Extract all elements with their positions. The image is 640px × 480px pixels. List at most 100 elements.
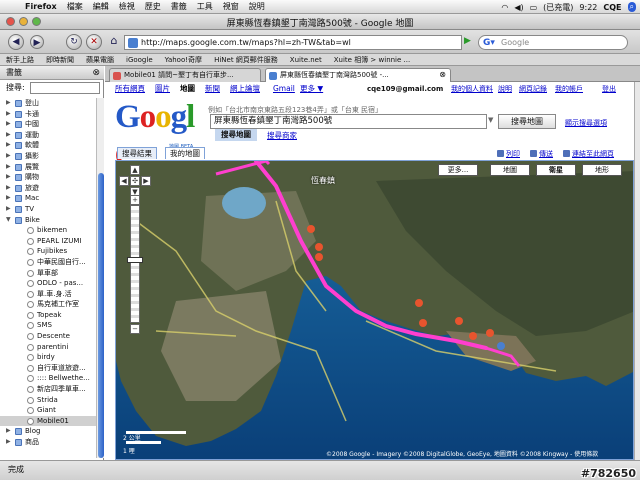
menu-history[interactable]: 歷史 (140, 1, 166, 12)
clock[interactable]: 9:22 (579, 3, 597, 12)
zoom-in-icon[interactable]: + (130, 195, 140, 205)
map-marker-h[interactable] (455, 317, 463, 325)
sidebar-search-input[interactable] (30, 82, 100, 94)
zoom-slider-thumb[interactable] (127, 257, 143, 263)
bookmark-item[interactable]: SMS (0, 320, 96, 331)
map-marker-c[interactable] (486, 329, 494, 337)
nav-images[interactable]: 圖片 (155, 82, 170, 96)
reload-icon[interactable]: ↻ (66, 34, 82, 50)
disclosure-triangle-icon[interactable]: ▶ (6, 183, 11, 194)
map-type-map[interactable]: 地圖 (490, 164, 530, 176)
map-marker-a[interactable] (315, 253, 323, 261)
menu-tools[interactable]: 工具 (192, 1, 218, 12)
bookmark-item[interactable]: Descente (0, 331, 96, 342)
bookmark-item[interactable]: 馬克補工作室 (0, 299, 96, 310)
map-marker-e[interactable] (469, 332, 477, 340)
nav-news[interactable]: 新聞 (205, 82, 220, 96)
close-icon[interactable]: ⊗ (92, 67, 100, 80)
bookmark-item[interactable]: parentini (0, 342, 96, 353)
menu-app[interactable]: Firefox (20, 2, 62, 11)
stop-icon[interactable]: ✕ (86, 34, 102, 50)
map-marker-j[interactable] (315, 243, 323, 251)
bookmark-link[interactable]: HiNet 網頁郵件服務 (208, 55, 284, 65)
bookmark-item[interactable]: birdy (0, 352, 96, 363)
map-search-input[interactable]: 屏東縣恆春鎮墾丁南灣路500號 (210, 114, 487, 129)
tab-google-maps[interactable]: 屏東縣恆春鎮墾丁南灣路500號 -... ⊗ (265, 68, 451, 82)
tab-mobile01[interactable]: Mobile01 請問~墾丁有自行車步... (109, 68, 261, 82)
dropdown-arrow-icon[interactable]: ▼ (488, 116, 493, 124)
subtab-search-business[interactable]: 搜尋商家 (267, 130, 297, 141)
bookmark-folder[interactable]: ▶ 運動 (0, 130, 96, 141)
bookmark-folder[interactable]: ▶ 商品 (0, 437, 96, 448)
url-bar[interactable]: http://maps.google.com.tw/maps?hl=zh-TW&… (124, 35, 462, 50)
bookmark-item[interactable]: 單車部 (0, 268, 96, 279)
print-link[interactable]: 列印 (497, 149, 520, 159)
map-type-more[interactable]: 更多... (438, 164, 478, 176)
link-help[interactable]: 說明 (498, 82, 512, 96)
nav-groups[interactable]: 網上論壇 (230, 82, 260, 96)
disclosure-triangle-icon[interactable]: ▶ (6, 193, 11, 204)
bookmark-item[interactable]: Strida (0, 395, 96, 406)
wifi-icon[interactable]: ◠ (501, 3, 508, 12)
disclosure-triangle-icon[interactable]: ▶ (6, 151, 11, 162)
disclosure-triangle-icon[interactable]: ▶ (6, 204, 11, 215)
link-account[interactable]: 我的帳戶 (555, 82, 583, 96)
pan-left-icon[interactable]: ◀ (119, 176, 129, 186)
forward-arrow-icon[interactable]: ▶ (30, 35, 44, 49)
disclosure-triangle-icon[interactable]: ▶ (6, 162, 11, 173)
map-marker-g[interactable] (415, 299, 423, 307)
search-options-link[interactable]: 顯示搜尋選項 (565, 118, 607, 128)
bookmark-folder[interactable]: ▶ Blog (0, 426, 96, 437)
bookmark-folder[interactable]: ▶ 軟體 (0, 140, 96, 151)
menu-window[interactable]: 視窗 (218, 1, 244, 12)
bookmark-link[interactable]: Xuite.net (284, 56, 328, 64)
map-marker-k[interactable] (419, 319, 427, 327)
bookmark-folder[interactable]: ▶ 登山 (0, 98, 96, 109)
google-g-icon[interactable]: G▾ (483, 37, 495, 50)
map-frame[interactable]: 恆春鎮 ▲ ◀ ✣ ▶ ▼ + − 更多... 地圖 衛星 地形 2 公里 1 … (115, 160, 634, 460)
disclosure-triangle-icon[interactable]: ▶ (6, 140, 11, 151)
bookmark-folder[interactable]: ▶ 購物 (0, 172, 96, 183)
bookmark-item[interactable]: Topeak (0, 310, 96, 321)
disclosure-triangle-icon[interactable]: ▼ (6, 215, 11, 226)
bookmark-link[interactable]: Xuite 相簿 > winnie ... (328, 55, 416, 65)
map-marker-d[interactable] (497, 342, 505, 350)
bookmark-folder[interactable]: ▶ 中國 (0, 119, 96, 130)
bookmark-item[interactable]: 新店四季單車... (0, 384, 96, 395)
pan-up-icon[interactable]: ▲ (130, 165, 140, 175)
sidebar-scrollbar[interactable] (96, 98, 104, 458)
link-logout[interactable]: 登出 (602, 82, 616, 96)
google-maps-logo[interactable]: Google 地圖 BETA (115, 99, 205, 171)
map-type-satellite[interactable]: 衛星 (536, 164, 576, 176)
bookmark-link[interactable]: 新手上路 (0, 55, 40, 65)
menu-bookmarks[interactable]: 書籤 (166, 1, 192, 12)
bookmark-link[interactable]: Yahoo!奇摩 (159, 55, 208, 65)
subtab-search-maps[interactable]: 搜尋地圖 (215, 129, 257, 141)
battery-icon[interactable]: ▭ (530, 3, 538, 12)
map-marker-b[interactable] (307, 225, 315, 233)
nav-more[interactable]: 更多 ▼ (300, 82, 323, 96)
bookmark-item[interactable]: :::: Bellwethe... (0, 373, 96, 384)
home-icon[interactable]: ⌂ (106, 34, 122, 50)
spotlight-icon[interactable]: ⌕ (627, 2, 636, 12)
nav-web[interactable]: 所有網頁 (115, 82, 145, 96)
satellite-map[interactable] (116, 161, 634, 460)
menu-edit[interactable]: 編輯 (88, 1, 114, 12)
go-arrow-icon[interactable]: ▶ (464, 36, 471, 46)
bookmark-item[interactable]: 自行車道旅遊... (0, 363, 96, 374)
bookmark-item[interactable]: ODLO - pas... (0, 278, 96, 289)
tab-search-results[interactable]: 搜尋結果 (117, 147, 157, 159)
bookmark-item[interactable]: PEARL IZUMI (0, 236, 96, 247)
zoom-slider-track[interactable] (130, 205, 140, 323)
sidebar-scroll-thumb[interactable] (98, 173, 104, 458)
volume-icon[interactable]: ◀) (514, 3, 523, 12)
link-profile[interactable]: 我的個人資料 (451, 82, 493, 96)
menu-file[interactable]: 檔案 (62, 1, 88, 12)
user-name[interactable]: CQE (603, 3, 621, 12)
map-type-terrain[interactable]: 地形 (582, 164, 622, 176)
pan-center-icon[interactable]: ✣ (130, 176, 140, 186)
disclosure-triangle-icon[interactable]: ▶ (6, 172, 11, 183)
search-map-button[interactable]: 搜尋地圖 (498, 114, 556, 129)
disclosure-triangle-icon[interactable]: ▶ (6, 437, 11, 448)
menu-view[interactable]: 檢視 (114, 1, 140, 12)
